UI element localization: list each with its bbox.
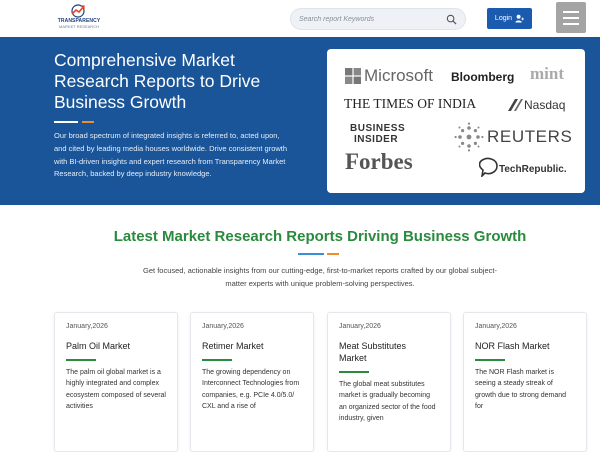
- techrepublic-logo-icon: [479, 157, 498, 177]
- reuters-logo-icon: [454, 122, 484, 152]
- report-card[interactable]: January,2026 Retimer Market The growing …: [190, 312, 314, 452]
- menu-bar-top: [563, 11, 579, 13]
- logo-mint: mint: [530, 64, 564, 83]
- report-date: January,2026: [339, 323, 381, 330]
- media-logos-panel: Microsoft Bloomberg mint THE TIMES OF IN…: [327, 49, 585, 193]
- hero-title: Comprehensive Market Research Reports to…: [54, 50, 261, 112]
- logo-times-of-india: THE TIMES OF INDIA: [344, 96, 477, 111]
- site-logo[interactable]: TRANSPARENCY MARKET RESEARCH: [57, 3, 101, 33]
- menu-bar-middle: [563, 17, 579, 19]
- logo-bloomberg: Bloomberg: [451, 70, 515, 84]
- report-summary: The growing dependency on Interconnect T…: [202, 369, 300, 410]
- hamburger-menu-icon[interactable]: [556, 2, 586, 33]
- report-card[interactable]: January,2026 NOR Flash Market The NOR Fl…: [463, 312, 587, 452]
- report-summary: The NOR Flash market is seeing a steady …: [475, 369, 567, 410]
- hero-banner: Comprehensive Market Research Reports to…: [0, 37, 600, 205]
- report-title-underline: [339, 371, 369, 373]
- report-summary: The palm oil global market is a highly i…: [66, 369, 166, 410]
- report-card[interactable]: January,2026 Palm Oil Market The palm oi…: [54, 312, 178, 452]
- section-divider: [298, 253, 342, 255]
- logo-forbes: Forbes: [345, 149, 413, 174]
- hero-description: Our broad spectrum of integrated insight…: [54, 131, 288, 179]
- search-icon[interactable]: [446, 14, 457, 25]
- logo-mark-icon: [71, 4, 85, 18]
- login-label: Login: [494, 15, 513, 22]
- section-title: Latest Market Research Reports Driving B…: [113, 228, 527, 245]
- site-header: TRANSPARENCY MARKET RESEARCH Login: [0, 0, 600, 37]
- login-button[interactable]: Login: [487, 8, 532, 29]
- report-title[interactable]: NOR Flash Market: [475, 340, 575, 352]
- report-title[interactable]: Meat Substitutes Market: [339, 340, 429, 364]
- logo-nasdaq: Nasdaq: [524, 98, 566, 112]
- nasdaq-logo-icon: [508, 99, 523, 111]
- report-title[interactable]: Palm Oil Market: [66, 340, 166, 352]
- report-date: January,2026: [66, 323, 108, 330]
- report-date: January,2026: [475, 323, 517, 330]
- report-card[interactable]: January,2026 Meat Substitutes Market The…: [327, 312, 451, 452]
- report-title[interactable]: Retimer Market: [202, 340, 302, 352]
- report-title-underline: [475, 359, 505, 361]
- user-icon: [515, 14, 525, 23]
- report-title-underline: [202, 359, 232, 361]
- section-description: Get focused, actionable insights from ou…: [143, 266, 497, 288]
- logo-business-insider-line2: INSIDER: [354, 134, 399, 145]
- logo-reuters: REUTERS: [487, 127, 573, 146]
- report-date: January,2026: [202, 323, 244, 330]
- report-title-underline: [66, 359, 96, 361]
- logo-text-secondary: MARKET RESEARCH: [59, 24, 99, 29]
- menu-bar-bottom: [563, 23, 579, 25]
- logo-microsoft: Microsoft: [364, 66, 433, 85]
- logo-techrepublic: TechRepublic.: [499, 164, 567, 175]
- hero-divider: [54, 121, 94, 123]
- report-summary: The global meat substitutes market is gr…: [339, 381, 436, 422]
- logo-business-insider-line1: BUSINESS: [350, 123, 406, 134]
- search-bar: [290, 8, 466, 30]
- search-input[interactable]: [299, 13, 439, 26]
- microsoft-logo-icon: [345, 68, 361, 84]
